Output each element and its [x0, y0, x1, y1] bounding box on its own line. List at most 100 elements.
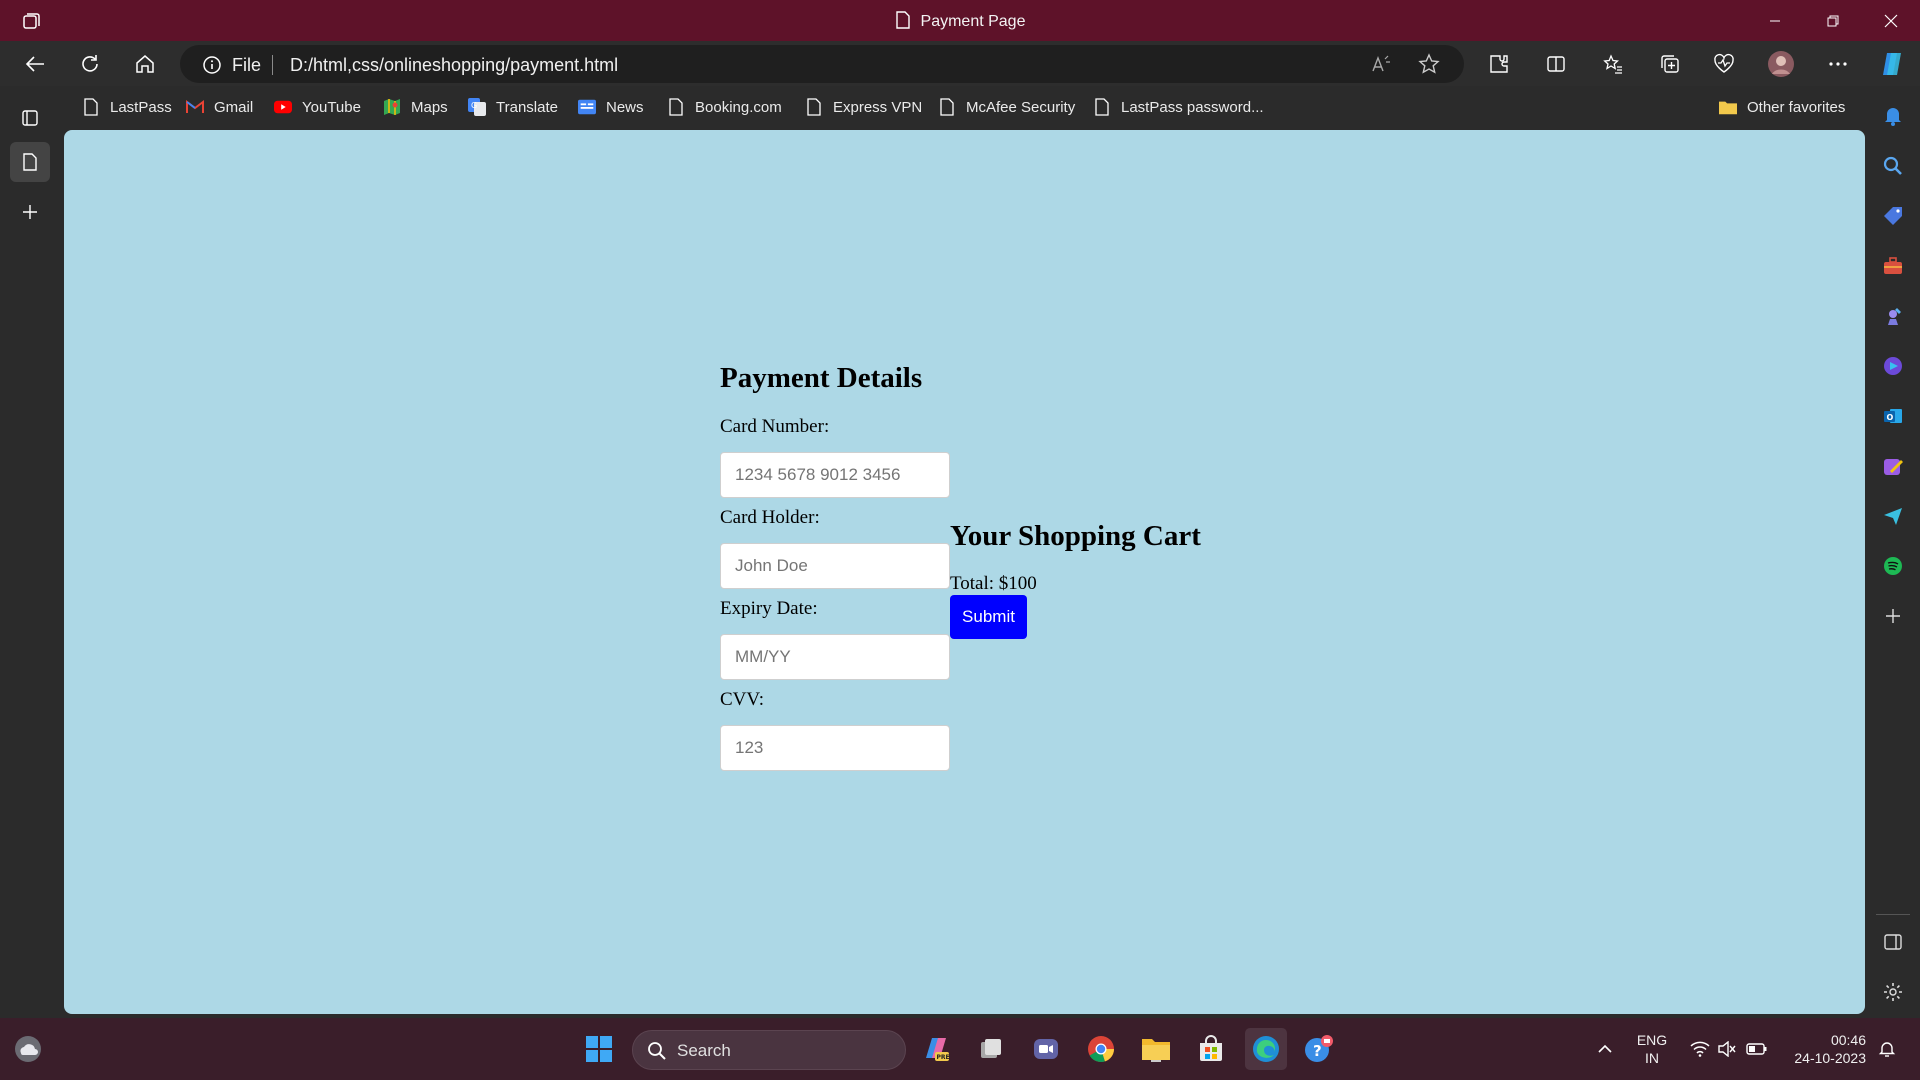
url-scheme: File: [232, 55, 262, 75]
favorite-lastpass-password[interactable]: LastPass password...: [1093, 96, 1264, 118]
submit-button[interactable]: Submit: [950, 595, 1027, 639]
chrome-icon[interactable]: [1083, 1031, 1119, 1067]
page-icon: [938, 98, 956, 116]
volume-muted-icon[interactable]: [1712, 1018, 1742, 1080]
favorites-bar: LastPass Gmail YouTube Maps G Translate N…: [64, 86, 1864, 128]
favorite-mcafee[interactable]: McAfee Security: [938, 96, 1075, 118]
extensions-icon[interactable]: [1483, 48, 1515, 80]
expiry-date-input[interactable]: MM/YY: [720, 634, 950, 680]
page-viewport: Payment Details Card Number: 1234 5678 9…: [64, 130, 1865, 1014]
expiry-date-label: Expiry Date:: [720, 598, 818, 619]
favorite-label: Express VPN: [833, 98, 923, 116]
svg-text:PRE: PRE: [937, 1054, 950, 1061]
minimize-button[interactable]: [1746, 0, 1804, 41]
collections-icon[interactable]: [1654, 48, 1686, 80]
translate-icon: G: [468, 98, 486, 116]
cart-title: Your Shopping Cart: [950, 520, 1201, 552]
copilot-preview-icon[interactable]: PRE: [918, 1031, 954, 1067]
back-button[interactable]: [18, 47, 52, 81]
favorite-label: Translate: [496, 98, 558, 116]
show-hidden-icons[interactable]: [1590, 1018, 1620, 1080]
hide-sidebar-icon[interactable]: [1879, 928, 1907, 956]
taskbar-search[interactable]: Search: [632, 1030, 906, 1070]
profile-avatar[interactable]: [1765, 48, 1797, 80]
favorite-gmail[interactable]: Gmail: [186, 96, 253, 118]
wifi-icon[interactable]: [1685, 1018, 1715, 1080]
svg-text:?: ?: [1313, 1042, 1322, 1060]
system-clock[interactable]: 00:46 24-10-2023: [1782, 1031, 1866, 1067]
browser-toolbar: File D:/html,css/onlineshopping/payment.…: [0, 41, 1920, 86]
home-button[interactable]: [128, 47, 162, 81]
language-region: IN: [1645, 1050, 1659, 1066]
info-icon[interactable]: [202, 55, 222, 80]
clock-date: 24-10-2023: [1794, 1050, 1866, 1066]
send-icon[interactable]: [1879, 502, 1907, 530]
games-icon[interactable]: [1879, 302, 1907, 330]
window-title: Payment Page: [0, 11, 1920, 34]
tab-actions-icon[interactable]: [10, 98, 50, 138]
shopping-cart: Your Shopping Cart Total: $100 Submit: [950, 520, 1201, 639]
more-options-icon[interactable]: [1822, 48, 1854, 80]
payment-form: Payment Details Card Number: 1234 5678 9…: [720, 362, 950, 778]
other-favorites[interactable]: Other favorites: [1719, 96, 1845, 118]
edge-sidebar: O: [1866, 86, 1920, 1018]
language-indicator[interactable]: ENG IN: [1632, 1031, 1672, 1067]
weather-icon[interactable]: [10, 1031, 46, 1067]
start-button[interactable]: [581, 1031, 617, 1067]
favorite-label: LastPass password...: [1121, 98, 1264, 116]
microsoft-store-icon[interactable]: [1193, 1031, 1229, 1067]
favorite-booking[interactable]: Booking.com: [667, 96, 782, 118]
page-icon: [82, 98, 100, 116]
split-screen-icon[interactable]: [1540, 48, 1572, 80]
favorite-express-vpn[interactable]: Express VPN: [805, 96, 922, 118]
microsoft-365-icon[interactable]: [1879, 352, 1907, 380]
address-separator: [272, 55, 273, 75]
cvv-input[interactable]: 123: [720, 725, 950, 771]
tools-icon[interactable]: [1879, 252, 1907, 280]
cart-total: Total: $100: [950, 573, 1037, 594]
url-text[interactable]: D:/html,css/onlineshopping/payment.html: [290, 55, 618, 76]
news-icon: [578, 98, 596, 116]
gmail-icon: [186, 98, 204, 116]
copilot-icon[interactable]: [1876, 48, 1908, 80]
battery-icon[interactable]: [1742, 1018, 1772, 1080]
task-view-icon[interactable]: [973, 1031, 1009, 1067]
spotify-icon[interactable]: [1879, 552, 1907, 580]
edge-taskbar-icon[interactable]: [1245, 1028, 1287, 1070]
file-explorer-icon[interactable]: [1138, 1031, 1174, 1067]
teams-chat-icon[interactable]: [1028, 1031, 1064, 1067]
title-bar: Payment Page: [0, 0, 1920, 41]
favorites-icon[interactable]: [1597, 48, 1629, 80]
svg-text:G: G: [471, 101, 477, 110]
settings-gear-icon[interactable]: [1879, 978, 1907, 1006]
notifications-bell-icon[interactable]: [1872, 1018, 1902, 1080]
refresh-button[interactable]: [73, 47, 107, 81]
maps-icon: [383, 98, 401, 116]
page-icon: [1093, 98, 1111, 116]
favorite-star-icon[interactable]: [1418, 53, 1440, 80]
shopping-tag-icon[interactable]: [1879, 202, 1907, 230]
search-icon[interactable]: [1879, 152, 1907, 180]
close-button[interactable]: [1862, 0, 1920, 41]
youtube-icon: [274, 98, 292, 116]
favorite-youtube[interactable]: YouTube: [274, 96, 361, 118]
browser-essentials-icon[interactable]: [1708, 48, 1740, 80]
favorite-label: McAfee Security: [966, 98, 1076, 116]
notification-bell-icon[interactable]: [1879, 102, 1907, 130]
read-aloud-icon[interactable]: [1370, 53, 1392, 80]
card-holder-input[interactable]: John Doe: [720, 543, 950, 589]
designer-icon[interactable]: [1879, 452, 1907, 480]
restore-button[interactable]: [1804, 0, 1862, 41]
card-number-input[interactable]: 1234 5678 9012 3456: [720, 452, 950, 498]
favorite-maps[interactable]: Maps: [383, 96, 448, 118]
new-tab-button[interactable]: [10, 192, 50, 232]
favorite-news[interactable]: News: [578, 96, 644, 118]
tab-payment-page[interactable]: [10, 142, 50, 182]
mail-help-icon[interactable]: ?: [1301, 1031, 1337, 1067]
favorite-lastpass[interactable]: LastPass: [82, 96, 172, 118]
address-bar[interactable]: File D:/html,css/onlineshopping/payment.…: [180, 45, 1464, 83]
page-icon: [667, 98, 685, 116]
add-sidebar-app-icon[interactable]: [1879, 602, 1907, 630]
favorite-translate[interactable]: G Translate: [468, 96, 558, 118]
outlook-icon[interactable]: O: [1879, 402, 1907, 430]
